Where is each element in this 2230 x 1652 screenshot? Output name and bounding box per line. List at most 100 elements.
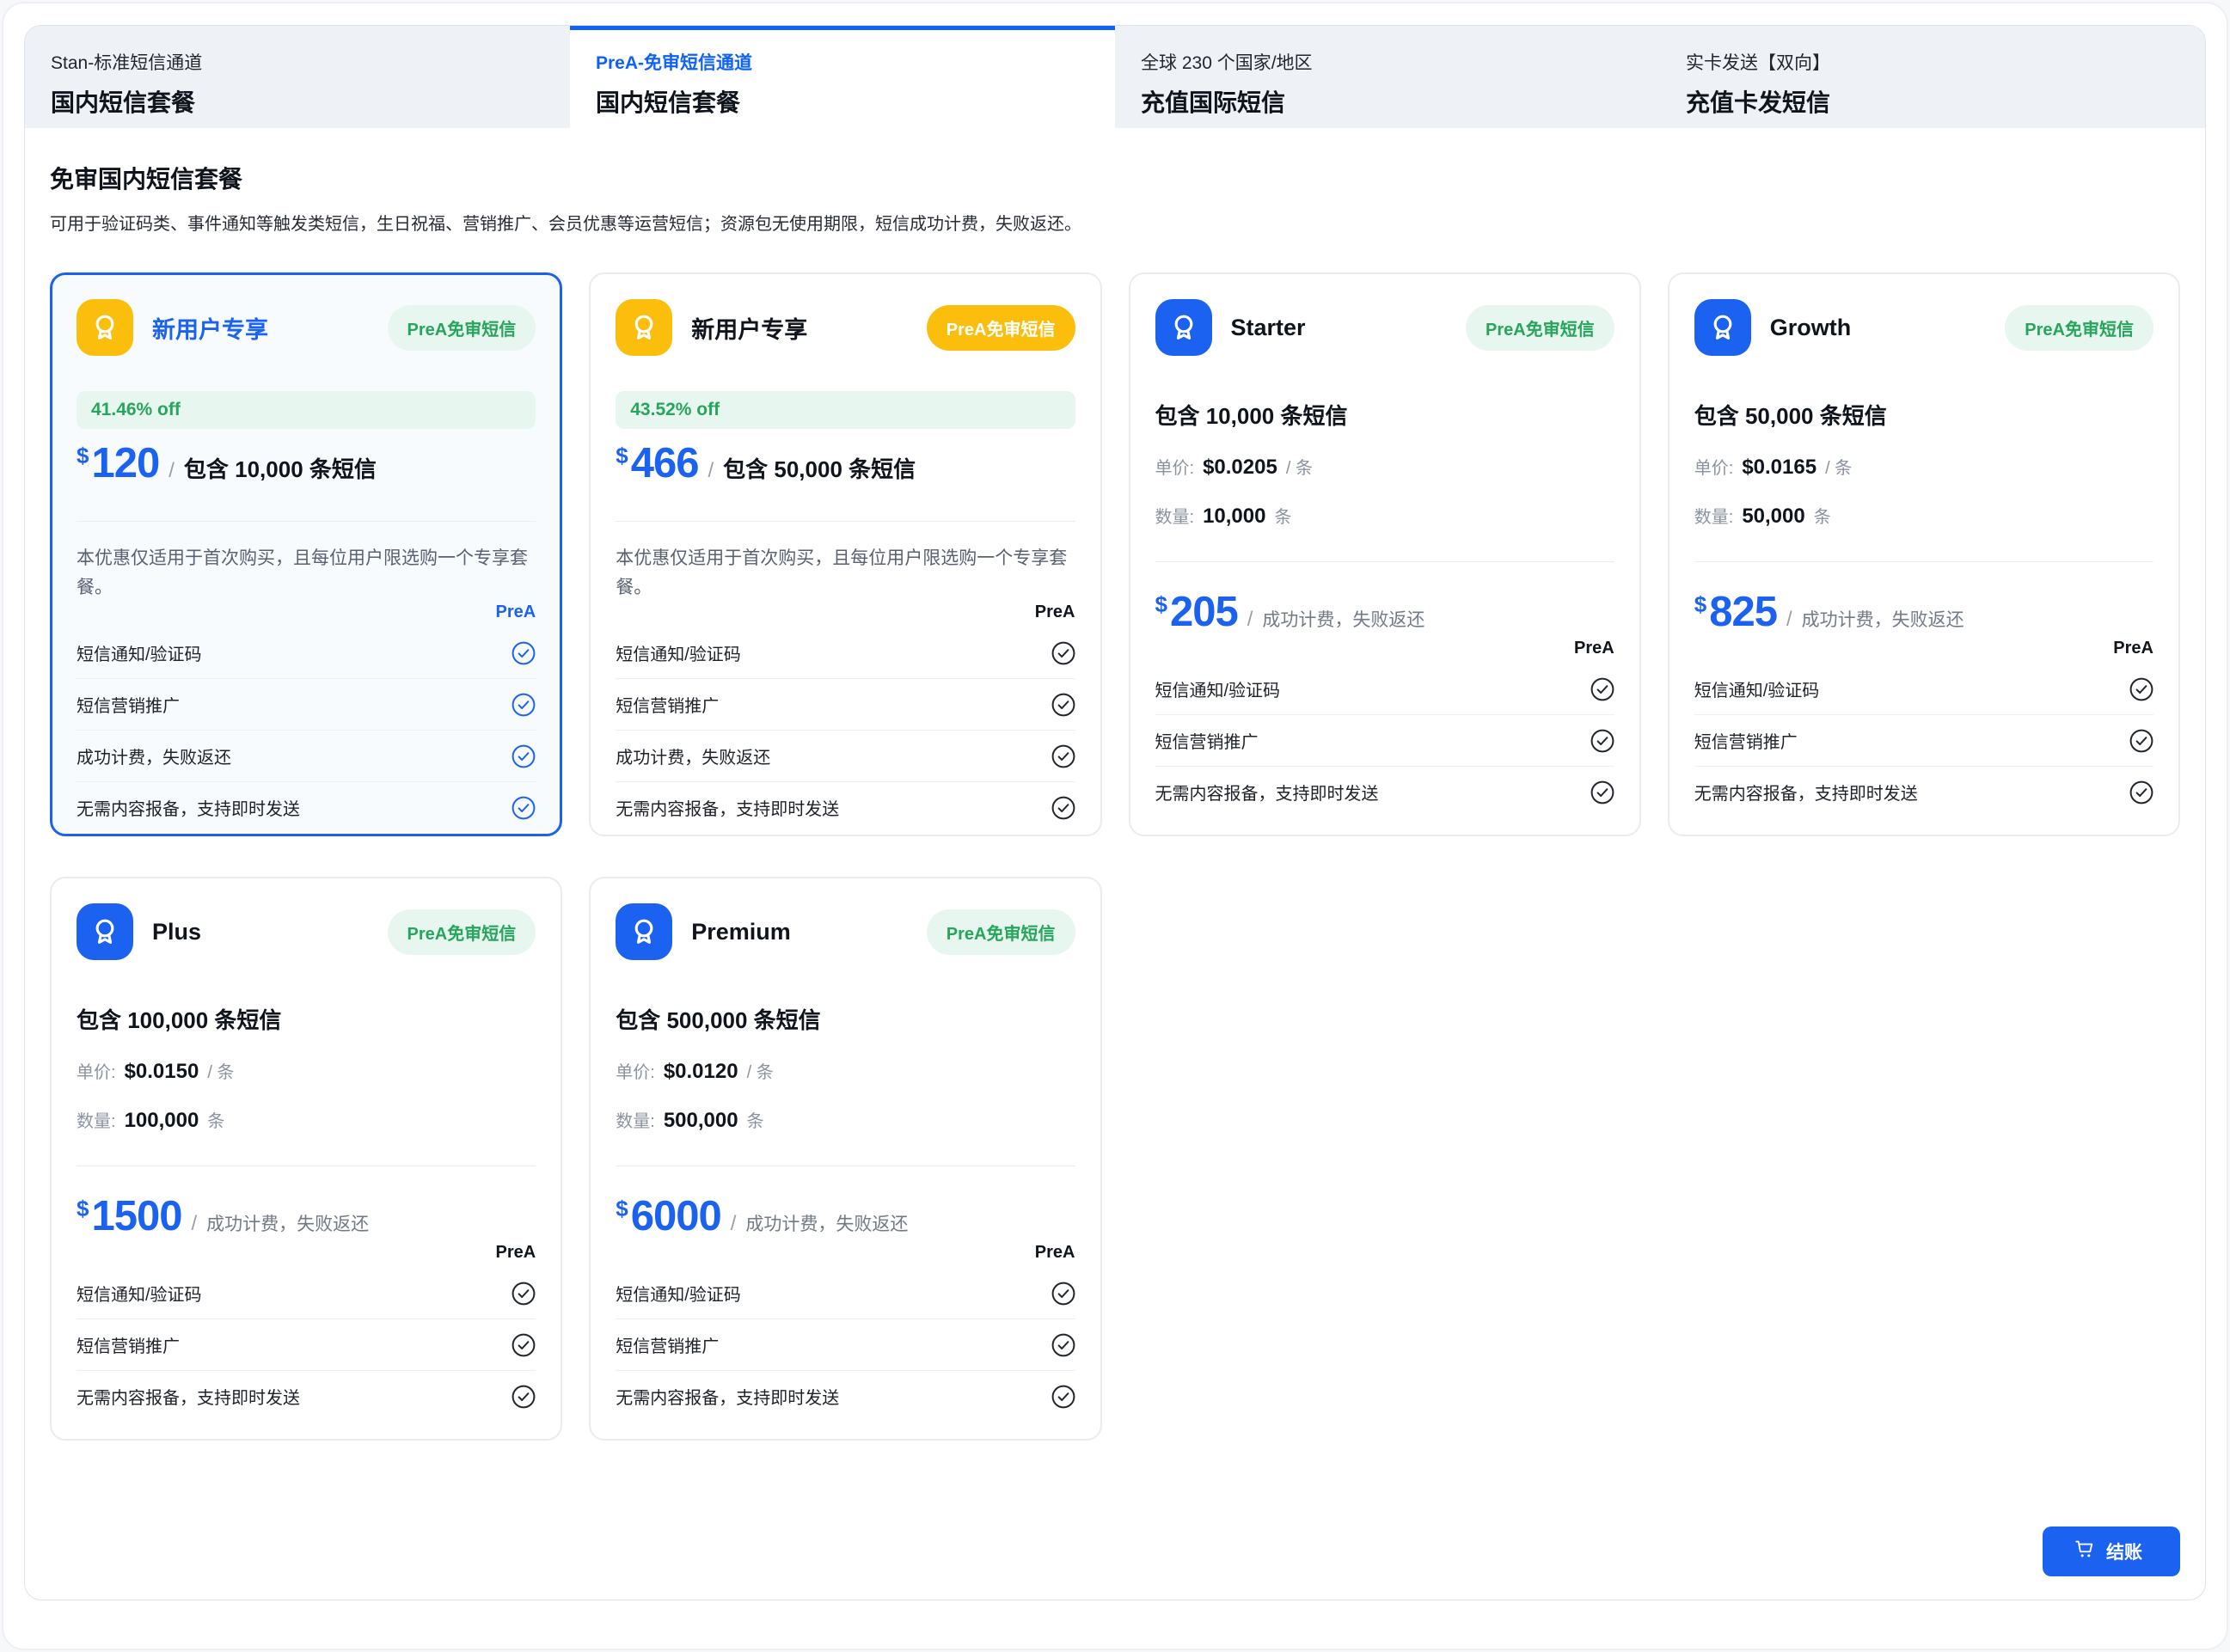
feature-rows: 短信通知/验证码短信营销推广无需内容报备，支持即时发送 <box>616 1268 1075 1422</box>
feature-label: 短信营销推广 <box>616 1332 719 1357</box>
page-title: 免审国内短信套餐 <box>50 161 2180 195</box>
pricing-panel: Stan-标准短信通道 国内短信套餐 PreA-免审短信通道 国内短信套餐 全球… <box>24 25 2206 1600</box>
price-slash: / <box>708 459 714 483</box>
medal-icon <box>616 903 672 960</box>
price-suffix: 包含 10,000 条短信 <box>184 452 377 484</box>
feature-label: 短信营销推广 <box>1155 728 1259 753</box>
tab-subtitle: 全球 230 个国家/地区 <box>1141 49 1660 75</box>
discount-badge: 43.52% off <box>616 391 1075 429</box>
plan-badge: PreA免审短信 <box>388 909 536 955</box>
check-circle-icon <box>1051 1282 1075 1306</box>
feature-label: 无需内容报备，支持即时发送 <box>616 795 839 820</box>
quantity-row: 数量: 100,000 条 <box>77 1107 536 1133</box>
quantity-suffix: 条 <box>207 1107 224 1132</box>
unit-price-suffix: / 条 <box>747 1058 774 1083</box>
feature-label: 无需内容报备，支持即时发送 <box>77 1384 300 1409</box>
feature-row: 短信营销推广 <box>77 678 536 730</box>
tab-1[interactable]: PreA-免审短信通道 国内短信套餐 <box>570 26 1115 128</box>
feature-row: 无需内容报备，支持即时发送 <box>77 781 536 833</box>
check-circle-icon <box>1590 677 1614 701</box>
price-suffix: 成功计费，失败返还 <box>1262 606 1424 632</box>
feature-label: 短信营销推广 <box>77 1332 180 1357</box>
plan-name: 新用户专享 <box>152 311 268 345</box>
quantity-suffix: 条 <box>1814 503 1831 528</box>
plan-card[interactable]: Starter PreA免审短信 包含 10,000 条短信 单价:$0.020… <box>1129 272 1641 836</box>
feature-row: 短信通知/验证码 <box>77 627 536 678</box>
tab-0[interactable]: Stan-标准短信通道 国内短信套餐 <box>25 26 570 128</box>
unit-price-label: 单价: <box>77 1058 116 1083</box>
divider <box>1694 561 2153 562</box>
feature-label: 短信营销推广 <box>1694 728 1798 753</box>
standard-body: 包含 500,000 条短信 单价:$0.0120/ 条 数量:500,000条… <box>616 960 1075 1238</box>
price-slash: / <box>168 459 175 483</box>
plan-includes: 包含 100,000 条短信 <box>77 1003 536 1035</box>
quantity-value: 100,000 <box>125 1109 199 1133</box>
plan-includes: 包含 50,000 条短信 <box>1694 399 2153 431</box>
medal-icon <box>1155 299 1212 356</box>
plan-badge: PreA免审短信 <box>2005 305 2153 351</box>
tab-subtitle: Stan-标准短信通道 <box>51 49 570 75</box>
plan-card[interactable]: 新用户专享 PreA免审短信 43.52% off $466/包含 50,000… <box>589 272 1101 836</box>
feature-label: 短信通知/验证码 <box>1155 676 1281 701</box>
plan-card-header: Growth PreA免审短信 <box>1694 299 2153 356</box>
check-circle-icon <box>1051 1333 1075 1357</box>
unit-price-row: 单价:$0.0205/ 条 <box>1155 454 1614 480</box>
tab-title: 充值国际短信 <box>1141 84 1660 119</box>
unit-price-value: $0.0150 <box>125 1060 199 1084</box>
quantity-label: 数量: <box>77 1107 116 1132</box>
quantity-value: 50,000 <box>1742 505 1804 529</box>
tab-bar: Stan-标准短信通道 国内短信套餐 PreA-免审短信通道 国内短信套餐 全球… <box>25 26 2205 128</box>
tab-subtitle: PreA-免审短信通道 <box>596 49 1115 75</box>
plan-name: Premium <box>691 919 791 945</box>
promo-body: 41.46% off $120/包含 10,000 条短信 本优惠仅适用于首次购… <box>77 356 536 603</box>
check-circle-icon <box>1051 1385 1075 1409</box>
feature-label: 短信通知/验证码 <box>616 1281 741 1306</box>
unit-price-label: 单价: <box>1694 454 1734 479</box>
plan-card[interactable]: Premium PreA免审短信 包含 500,000 条短信 单价:$0.01… <box>589 877 1101 1441</box>
unit-price-value: $0.0205 <box>1203 456 1277 480</box>
column-header-prea: PreA <box>1694 639 2153 664</box>
feature-rows: 短信通知/验证码短信营销推广无需内容报备，支持即时发送 <box>1694 664 2153 817</box>
price-suffix: 包含 50,000 条短信 <box>723 452 916 484</box>
unit-price-suffix: / 条 <box>207 1058 234 1083</box>
tab-2[interactable]: 全球 230 个国家/地区 充值国际短信 <box>1115 26 1660 128</box>
feature-row: 短信通知/验证码 <box>77 1268 536 1319</box>
checkout-label: 结账 <box>2106 1539 2142 1564</box>
price-suffix: 成功计费，失败返还 <box>1802 606 1964 632</box>
price-amount: 205 <box>1170 591 1238 633</box>
check-circle-icon <box>2129 780 2153 805</box>
quantity-row: 数量:10,000条 <box>1155 503 1614 529</box>
price-slash: / <box>1247 608 1253 632</box>
plan-name: 新用户专享 <box>691 311 807 345</box>
feature-row: 成功计费，失败返还 <box>616 730 1075 781</box>
price-amount: 1500 <box>91 1196 181 1238</box>
unit-price-row: 单价: $0.0150 / 条 <box>77 1058 536 1084</box>
cart-icon <box>2074 1538 2096 1565</box>
plan-card-header: 新用户专享 PreA免审短信 <box>616 299 1075 356</box>
tab-3[interactable]: 实卡发送【双向】 充值卡发短信 <box>1660 26 2205 128</box>
plan-card[interactable]: Growth PreA免审短信 包含 50,000 条短信 单价:$0.0165… <box>1668 272 2180 836</box>
feature-table: PreA 短信通知/验证码短信营销推广成功计费，失败返还无需内容报备，支持即时发… <box>616 603 1075 833</box>
quantity-row: 数量: 50,000 条 <box>1694 503 2153 529</box>
price-suffix: 成功计费，失败返还 <box>745 1210 908 1236</box>
quantity-label: 数量: <box>1694 503 1734 528</box>
plan-card[interactable]: Plus PreA免审短信 包含 100,000 条短信 单价: $0.0150 /… <box>50 877 562 1441</box>
plan-badge: PreA免审短信 <box>927 305 1075 351</box>
plan-card-header: 新用户专享 PreA免审短信 <box>77 299 536 356</box>
medal-icon <box>77 299 133 356</box>
plan-includes: 包含 500,000 条短信 <box>616 1003 1075 1035</box>
checkout-button[interactable]: 结账 <box>2043 1527 2180 1576</box>
plan-card[interactable]: 新用户专享 PreA免审短信 41.46% off $120/包含 10,000… <box>50 272 562 836</box>
check-circle-icon <box>1590 780 1614 805</box>
feature-row: 短信营销推广 <box>1155 714 1614 766</box>
feature-label: 短信通知/验证码 <box>77 640 202 665</box>
quantity-label: 数量: <box>1155 503 1195 528</box>
plan-badge: PreA免审短信 <box>388 305 536 351</box>
plan-card-header: Premium PreA免审短信 <box>616 903 1075 960</box>
plan-name: Plus <box>152 919 201 945</box>
column-header-prea: PreA <box>616 603 1075 627</box>
feature-table: PreA 短信通知/验证码短信营销推广无需内容报备，支持即时发送 <box>77 1243 536 1422</box>
unit-price-row: 单价:$0.0165/ 条 <box>1694 454 2153 480</box>
feature-row: 无需内容报备，支持即时发送 <box>616 1370 1075 1422</box>
check-circle-icon <box>512 1385 536 1409</box>
